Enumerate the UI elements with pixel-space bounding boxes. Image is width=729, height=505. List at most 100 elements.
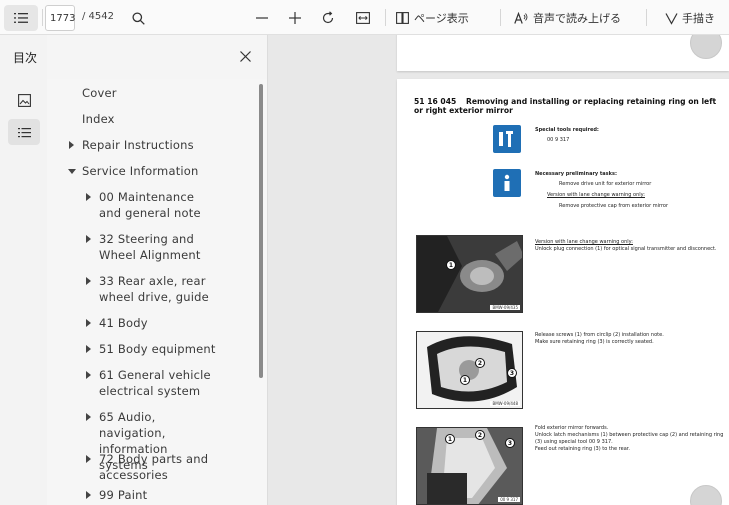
toc-item-label: 41 Body	[99, 316, 148, 330]
chevron-right-icon[interactable]	[86, 491, 91, 499]
callout-3: 3	[507, 368, 517, 378]
toc-close-button[interactable]	[236, 47, 254, 65]
toolbar-divider	[42, 9, 43, 26]
close-icon	[239, 50, 251, 62]
page-stamp-icon	[690, 35, 722, 59]
chevron-right-icon[interactable]	[86, 455, 91, 463]
rotate-button[interactable]	[318, 5, 338, 31]
toc-item[interactable]: 51 Body equipment	[86, 341, 219, 357]
chevron-right-icon[interactable]	[86, 345, 91, 353]
toc-item[interactable]: 32 Steering and Wheel Alignment	[86, 231, 219, 263]
thumbnail-view-button[interactable]	[8, 87, 40, 113]
toc-panel: Cover Index Repair Instructions Service Inf…	[47, 79, 267, 505]
photo-tag: BMW-09/435	[490, 305, 520, 310]
draw-button[interactable]: 手描き	[665, 5, 715, 31]
preliminary-item-2: Remove protective cap from exterior mirr…	[559, 203, 669, 209]
list-icon	[17, 127, 31, 137]
step1-photo: 1 BMW-09/435	[416, 235, 523, 313]
toc-item-label: 61 General vehicle electrical system	[99, 368, 211, 398]
read-aloud-label: 音声で読み上げる	[533, 12, 621, 25]
info-icon	[493, 169, 521, 197]
chevron-right-icon[interactable]	[69, 141, 74, 149]
step1-text: Unlock plug connection (1) for optical s…	[535, 246, 717, 252]
toolbar: 1773 / 4542 ページ表示 音声で読み上げる 手描き	[0, 0, 729, 35]
callout-2: 2	[475, 430, 485, 440]
toc-item-label: Repair Instructions	[82, 138, 194, 152]
page-number-input[interactable]: 1773	[45, 5, 75, 31]
callout-2: 2	[475, 358, 485, 368]
toolbar-divider	[500, 9, 501, 26]
fit-page-button[interactable]	[352, 5, 374, 31]
document-page: 51 16 045 Removing and installing or repl…	[397, 79, 729, 505]
step3-line3: Feed out retaining ring (3) to the rear.	[535, 446, 630, 452]
section-number: 51 16 045	[414, 97, 457, 106]
draw-icon	[665, 12, 678, 25]
chevron-right-icon[interactable]	[86, 277, 91, 285]
read-aloud-button[interactable]: 音声で読み上げる	[514, 5, 621, 31]
chevron-right-icon[interactable]	[86, 193, 91, 201]
toc-item-label: Cover	[82, 86, 117, 100]
page-stamp-icon	[690, 485, 722, 505]
preliminary-version: Version with lane change warning only:	[547, 192, 645, 198]
page-total: / 4542	[82, 11, 114, 22]
callout-1: 1	[445, 434, 455, 444]
search-button[interactable]	[124, 5, 152, 31]
photo-tag: 00 9 317	[498, 497, 520, 502]
toc-toggle-button[interactable]	[4, 5, 38, 31]
toc-title: 目次	[13, 51, 38, 65]
toc-item-label: Index	[82, 112, 115, 126]
page-view-button[interactable]: ページ表示	[396, 5, 469, 31]
toc-item[interactable]: Index	[82, 111, 252, 127]
toc-view-button[interactable]	[8, 119, 40, 145]
search-icon	[131, 11, 145, 25]
step2-line1: Release screws (1) from circlip (2) inst…	[535, 332, 664, 338]
toc-item-label: Service Information	[82, 164, 199, 178]
tools-icon	[493, 125, 521, 153]
toc-item-label: 32 Steering and Wheel Alignment	[99, 232, 201, 262]
toc-item-label: 00 Maintenance and general note	[99, 190, 201, 220]
list-icon	[14, 13, 28, 23]
chevron-right-icon[interactable]	[86, 235, 91, 243]
toc-item[interactable]: Repair Instructions	[69, 137, 252, 153]
toc-item[interactable]: 33 Rear axle, rear wheel drive, guide	[86, 273, 219, 305]
toc-header: 目次	[0, 35, 267, 79]
chevron-right-icon[interactable]	[86, 371, 91, 379]
fit-width-icon	[356, 12, 370, 24]
document-viewer[interactable]: 51 16 045 Removing and installing or repl…	[268, 35, 729, 505]
page-view-label: ページ表示	[414, 12, 469, 25]
special-tools-label: Special tools required:	[535, 127, 599, 133]
callout-3: 3	[505, 438, 515, 448]
book-icon	[396, 12, 409, 24]
step2-photo: 1 2 3 BMW-09/448	[416, 331, 523, 409]
toc-item-label: 99 Paint	[99, 488, 148, 502]
step3-line1: Fold exterior mirror forwards.	[535, 425, 609, 431]
toc-item[interactable]: Cover	[82, 85, 252, 101]
page-heading: 51 16 045 Removing and installing or repl…	[414, 97, 719, 115]
preliminary-item-1: Remove drive unit for exterior mirror	[559, 181, 652, 187]
photo-tag: BMW-09/448	[490, 401, 520, 406]
toc-item[interactable]: 00 Maintenance and general note	[86, 189, 219, 221]
chevron-right-icon[interactable]	[86, 319, 91, 327]
chevron-down-icon[interactable]	[68, 169, 76, 174]
toc-item-label: 72 Body parts and accessories	[99, 452, 209, 482]
toc-scrollbar[interactable]	[259, 84, 263, 378]
toc-item[interactable]: 41 Body	[86, 315, 219, 331]
toc-item[interactable]: 99 Paint	[86, 487, 219, 503]
toc-item[interactable]: Service Information	[68, 163, 252, 179]
image-icon	[17, 93, 31, 107]
step3-photo: 1 2 3 00 9 317	[416, 427, 523, 505]
callout-1: 1	[460, 375, 470, 385]
zoom-in-button[interactable]	[285, 5, 305, 31]
rotate-icon	[322, 11, 334, 24]
toc-item-label: 51 Body equipment	[99, 342, 216, 356]
previous-page	[397, 35, 729, 71]
chevron-right-icon[interactable]	[86, 413, 91, 421]
zoom-out-button[interactable]	[252, 5, 272, 31]
minus-icon	[256, 17, 268, 19]
step1-title: Version with lane change warning only:	[535, 239, 633, 245]
toc-item[interactable]: 72 Body parts and accessories	[86, 451, 219, 483]
step2-line2: Make sure retaining ring (3) is correctl…	[535, 339, 654, 345]
toc-item[interactable]: 61 General vehicle electrical system	[86, 367, 219, 399]
toolbar-divider	[646, 9, 647, 26]
callout-1: 1	[446, 260, 456, 270]
